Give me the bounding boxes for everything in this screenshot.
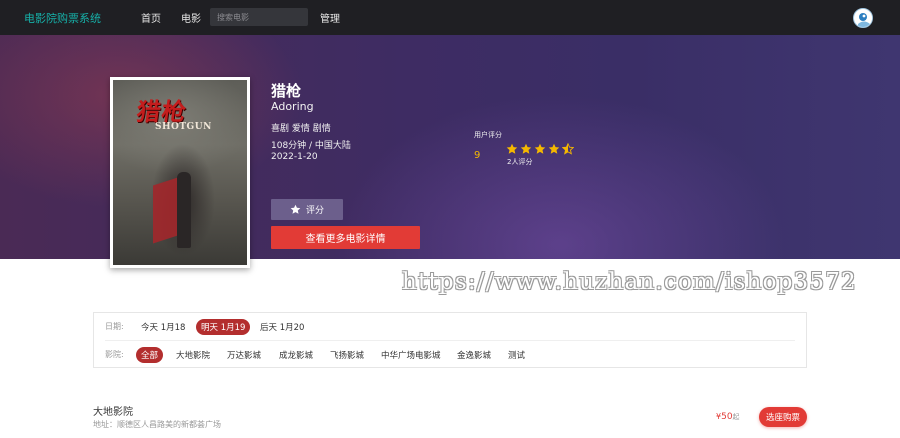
watermark-text: https://www.huzhan.com/ishop3572	[402, 269, 857, 295]
cinema-option[interactable]: 中华广场电影城	[381, 349, 441, 361]
site-brand[interactable]: 电影院购票系统	[24, 10, 101, 26]
rating-stars	[506, 143, 574, 155]
star-full-icon	[548, 143, 560, 154]
movie-release-date: 2022-1-20	[271, 152, 318, 162]
avatar[interactable]	[853, 8, 873, 28]
date-option[interactable]: 今天 1月18	[141, 321, 185, 333]
cinema-price: ¥50起	[716, 412, 740, 422]
star-full-icon	[534, 143, 546, 154]
date-option[interactable]: 后天 1月20	[260, 321, 304, 333]
star-icon	[290, 204, 301, 214]
cinema-name[interactable]: 大地影院	[93, 403, 133, 418]
rating-count: 2人评分	[507, 158, 533, 166]
cinema-option[interactable]: 万达影城	[227, 349, 261, 361]
poster-subtitle-art: SHOTGUN	[155, 122, 212, 132]
movie-poster[interactable]: 猎枪 SHOTGUN	[110, 77, 250, 268]
rating-label: 用户评分	[474, 131, 502, 139]
filter-divider	[105, 340, 795, 341]
rate-button[interactable]: 评分	[271, 199, 343, 220]
rate-button-label: 评分	[305, 206, 324, 216]
star-full-icon	[506, 143, 518, 154]
nav-manage-link[interactable]: 管理	[320, 10, 340, 25]
cinema-option[interactable]: 飞扬影城	[330, 349, 364, 361]
cinema-address: 地址：顺德区人昌路美的新都荟广场	[93, 420, 221, 429]
movie-duration-region: 108分钟 / 中国大陆	[271, 141, 351, 151]
nav-home-link[interactable]: 首页	[141, 10, 161, 25]
select-seat-buy-button[interactable]: 选座购票	[759, 407, 807, 427]
cinema-option[interactable]: 成龙影城	[279, 349, 313, 361]
movie-genres: 喜剧 爱情 剧情	[271, 124, 331, 134]
price-suffix: 起	[732, 413, 740, 421]
top-nav: 电影院购票系统 首页 电影 管理	[0, 0, 900, 35]
star-half-icon	[562, 143, 574, 155]
date-option-active[interactable]: 明天 1月19	[196, 319, 251, 335]
price-value: 50	[721, 412, 733, 422]
poster-figure-shape	[177, 172, 191, 248]
star-full-icon	[520, 143, 532, 154]
cinema-option[interactable]: 测试	[508, 349, 525, 361]
showtime-filter-panel: 日期: 今天 1月18 明天 1月19 后天 1月20 影院: 全部 大地影院 …	[93, 312, 807, 368]
date-filter-label: 日期:	[105, 322, 124, 331]
more-details-button[interactable]: 查看更多电影详情	[271, 226, 420, 249]
nav-movie-link[interactable]: 电影	[181, 10, 201, 25]
user-avatar-icon	[855, 10, 872, 27]
movie-english-title: Adoring	[271, 100, 314, 113]
cinema-option-active[interactable]: 全部	[136, 347, 164, 363]
cinema-filter-label: 影院:	[105, 350, 124, 359]
cinema-option[interactable]: 大地影院	[176, 349, 210, 361]
poster-image: 猎枪 SHOTGUN	[113, 80, 247, 265]
search-input[interactable]	[210, 8, 308, 26]
cinema-option[interactable]: 金逸影城	[457, 349, 491, 361]
movie-title: 猎枪	[271, 82, 302, 100]
rating-score: 9	[474, 150, 481, 161]
